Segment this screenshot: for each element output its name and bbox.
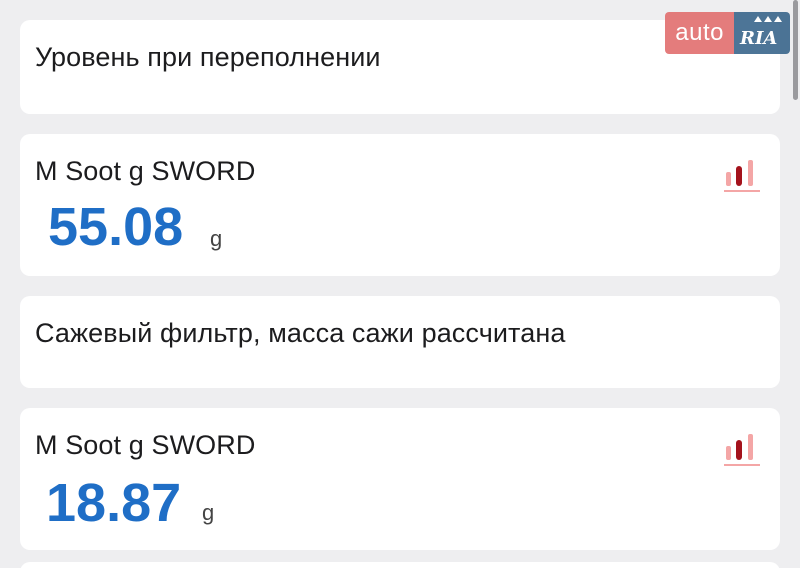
ria-logo-icon: RIA: [739, 16, 782, 49]
card-soot-mass-2[interactable]: M Soot g SWORD 18.87 g: [20, 408, 780, 550]
bar-chart-icon[interactable]: [724, 158, 760, 194]
card-label: Сажевый фильтр, масса сажи рассчитана: [35, 318, 566, 348]
bar-chart-icon[interactable]: [724, 432, 760, 468]
measurement-unit: g: [210, 226, 223, 251]
card-label: M Soot g SWORD: [35, 156, 256, 186]
card-label: M Soot g SWORD: [35, 430, 256, 460]
watermark-auto-text: auto: [665, 12, 734, 54]
scrollbar[interactable]: [793, 0, 798, 100]
watermark-ria-block: RIA: [734, 12, 790, 54]
measurement-unit: g: [202, 500, 215, 525]
card-label: Уровень при переполнении: [35, 42, 381, 72]
card-soot-mass-1[interactable]: M Soot g SWORD 55.08 g: [20, 134, 780, 276]
measurement-value: 55.08: [48, 197, 184, 257]
svg-text:RIA: RIA: [739, 28, 777, 49]
card-soot-filter-calculated[interactable]: Сажевый фильтр, масса сажи рассчитана: [20, 296, 780, 388]
watermark-logo: auto RIA: [665, 12, 790, 54]
measurement-value: 18.87: [46, 473, 182, 533]
card-partial-bottom: [20, 562, 780, 568]
